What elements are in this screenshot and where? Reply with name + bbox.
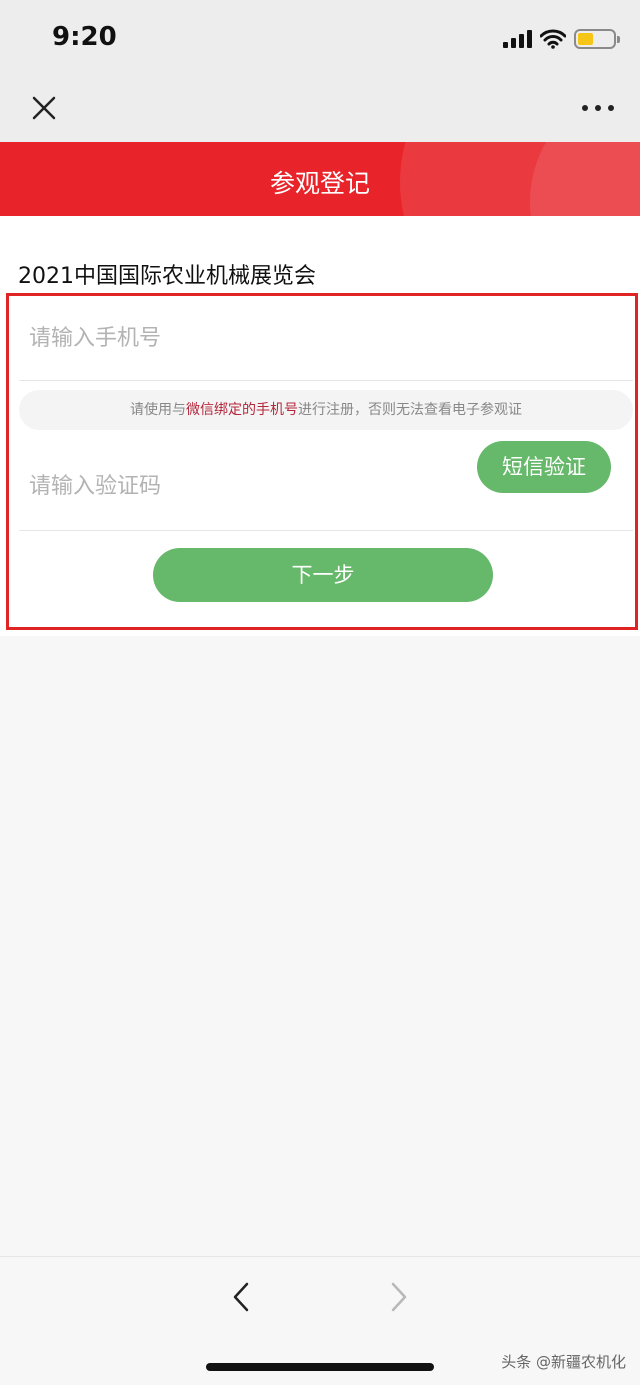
form-highlight-box: 请使用与微信绑定的手机号进行注册，否则无法查看电子参观证 短信验证 下一步 [6, 293, 638, 630]
battery-icon [574, 29, 620, 49]
nav-bar [0, 78, 640, 142]
next-step-button[interactable]: 下一步 [153, 548, 493, 602]
chevron-left-icon [233, 1282, 249, 1312]
page-header: 参观登记 [0, 142, 640, 216]
notice-suffix: 进行注册，否则无法查看电子参观证 [298, 402, 522, 418]
back-button[interactable] [226, 1279, 258, 1315]
wifi-icon [540, 29, 566, 49]
registration-form: 2021中国国际农业机械展览会 请使用与微信绑定的手机号进行注册，否则无法查看电… [0, 216, 640, 636]
registration-notice: 请使用与微信绑定的手机号进行注册，否则无法查看电子参观证 [19, 390, 633, 430]
watermark: 头条 @新疆农机化 [501, 1353, 626, 1371]
phone-input[interactable] [29, 318, 609, 358]
status-bar: 9:20 [0, 0, 640, 78]
notice-prefix: 请使用与 [130, 402, 186, 418]
chevron-right-icon [391, 1282, 407, 1312]
verification-code-input[interactable] [29, 466, 449, 506]
divider [19, 380, 633, 381]
bottom-nav-bar: 头条 @新疆农机化 [0, 1256, 640, 1385]
exhibition-title: 2021中国国际农业机械展览会 [18, 264, 316, 289]
page-title: 参观登记 [269, 169, 370, 198]
main-content: 2021中国国际农业机械展览会 请使用与微信绑定的手机号进行注册，否则无法查看电… [0, 216, 640, 1256]
notice-highlight: 微信绑定的手机号 [186, 402, 298, 418]
forward-button[interactable] [382, 1279, 414, 1315]
close-icon [32, 96, 56, 120]
cellular-signal-icon [503, 30, 532, 48]
more-icon [582, 105, 588, 111]
close-button[interactable] [26, 90, 62, 126]
home-indicator[interactable] [206, 1363, 434, 1371]
more-button[interactable] [582, 92, 614, 124]
divider [19, 530, 633, 531]
sms-verify-button[interactable]: 短信验证 [477, 441, 611, 493]
status-time: 9:20 [52, 22, 117, 52]
status-icons [503, 26, 620, 52]
